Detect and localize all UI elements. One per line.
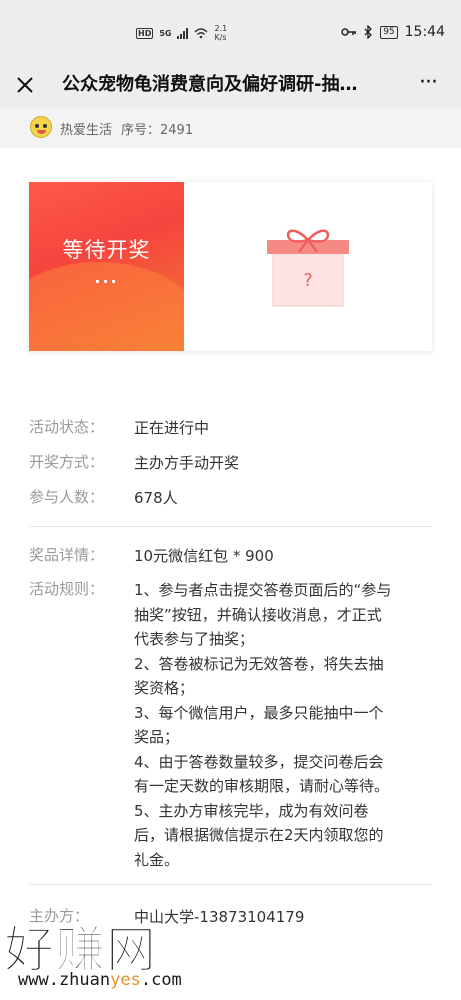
- author-strip: 热爱生活 序号：2491: [0, 108, 461, 148]
- loading-dots: ···: [94, 272, 119, 291]
- prize-detail-label: 奖品详情：: [29, 546, 105, 564]
- watermark-url-c: .com: [140, 970, 182, 990]
- author-name[interactable]: 热爱生活: [60, 119, 112, 138]
- rules-line: 3、每个微信用户，最多只能抽中一个: [134, 703, 384, 722]
- rules-line: 1、参与者点击提交答卷页面后的“参与: [134, 581, 392, 599]
- status-value: 正在进行中: [134, 419, 210, 437]
- sequence-number: 序号：2491: [121, 123, 194, 138]
- battery-icon: 95: [380, 25, 398, 39]
- divider: [29, 884, 432, 885]
- watermark: 好赚网 www.zhuanyes.com: [0, 900, 200, 1000]
- prize-status-text: 等待开奖: [62, 238, 151, 262]
- status-left: HD 5G 2.1 K/s: [136, 24, 227, 42]
- participant-label: 参与人数：: [29, 488, 105, 506]
- rules-line: 5、主办方审核完毕，成为有效问卷: [134, 801, 369, 820]
- more-button[interactable]: ···: [413, 70, 443, 100]
- clock: 15:44: [404, 24, 445, 40]
- rules-line: 代表参与了抽奖；: [134, 630, 255, 648]
- rules-line: 抽奖”按钮，并确认接收消息，才正式: [134, 605, 382, 624]
- nav-bar: 公众宠物龟消费意向及偏好调研-抽… ···: [0, 66, 461, 108]
- key-icon: [341, 28, 357, 36]
- signal-icon: [177, 27, 189, 39]
- prize-banner: 等待开奖 ···: [29, 182, 184, 351]
- draw-method-value: 主办方手动开奖: [134, 454, 240, 472]
- page-title: 公众宠物龟消费意向及偏好调研-抽…: [62, 74, 358, 95]
- close-button[interactable]: [10, 70, 40, 100]
- watermark-url-b: yes: [110, 970, 141, 990]
- divider: [29, 526, 432, 527]
- svg-text:?: ?: [303, 270, 313, 291]
- rules-line: 后，请根据微信提示在2天内领取您的: [134, 826, 384, 844]
- draw-method-label: 开奖方式：: [29, 453, 105, 471]
- hd-badge: HD: [136, 27, 154, 39]
- net-speed-value: 2.1: [214, 24, 228, 33]
- avatar[interactable]: [30, 116, 52, 138]
- watermark-url: www.zhuanyes.com: [18, 970, 182, 990]
- net-speed: 2.1 K/s: [214, 24, 227, 42]
- bluetooth-icon: [364, 25, 373, 39]
- status-right: 95 15:44: [341, 24, 445, 40]
- rules-line: 2、答卷被标记为无效答卷，将失去抽: [134, 654, 384, 673]
- wifi-icon: [194, 28, 208, 39]
- rules-label: 活动规则：: [29, 580, 105, 598]
- prize-card: 等待开奖 ··· ?: [29, 182, 432, 351]
- gift-icon: ?: [267, 229, 349, 307]
- rules-text: 1、参与者点击提交答卷页面后的“参与 抽奖”按钮，并确认接收消息，才正式 代表参…: [134, 578, 429, 872]
- rules-line: 奖品；: [134, 728, 180, 746]
- watermark-url-a: www.zhuan: [18, 970, 111, 990]
- rules-line: 有一定天数的审核期限，请耐心等待。: [134, 777, 390, 795]
- status-label: 活动状态：: [29, 418, 105, 436]
- prize-detail-value: 10元微信红包 * 900: [134, 547, 274, 565]
- participant-count: 678人: [134, 489, 178, 507]
- rules-line: 奖资格；: [134, 679, 195, 697]
- network-type: 5G: [159, 28, 172, 38]
- net-speed-unit: K/s: [214, 33, 227, 42]
- rules-line: 4、由于答卷数量较多，提交问卷后会: [134, 752, 384, 771]
- status-bar: HD 5G 2.1 K/s 95 15:44: [0, 0, 461, 66]
- more-icon: ···: [419, 70, 438, 95]
- rules-line: 礼金。: [134, 850, 180, 869]
- close-icon: [17, 77, 33, 93]
- battery-level: 95: [383, 26, 395, 37]
